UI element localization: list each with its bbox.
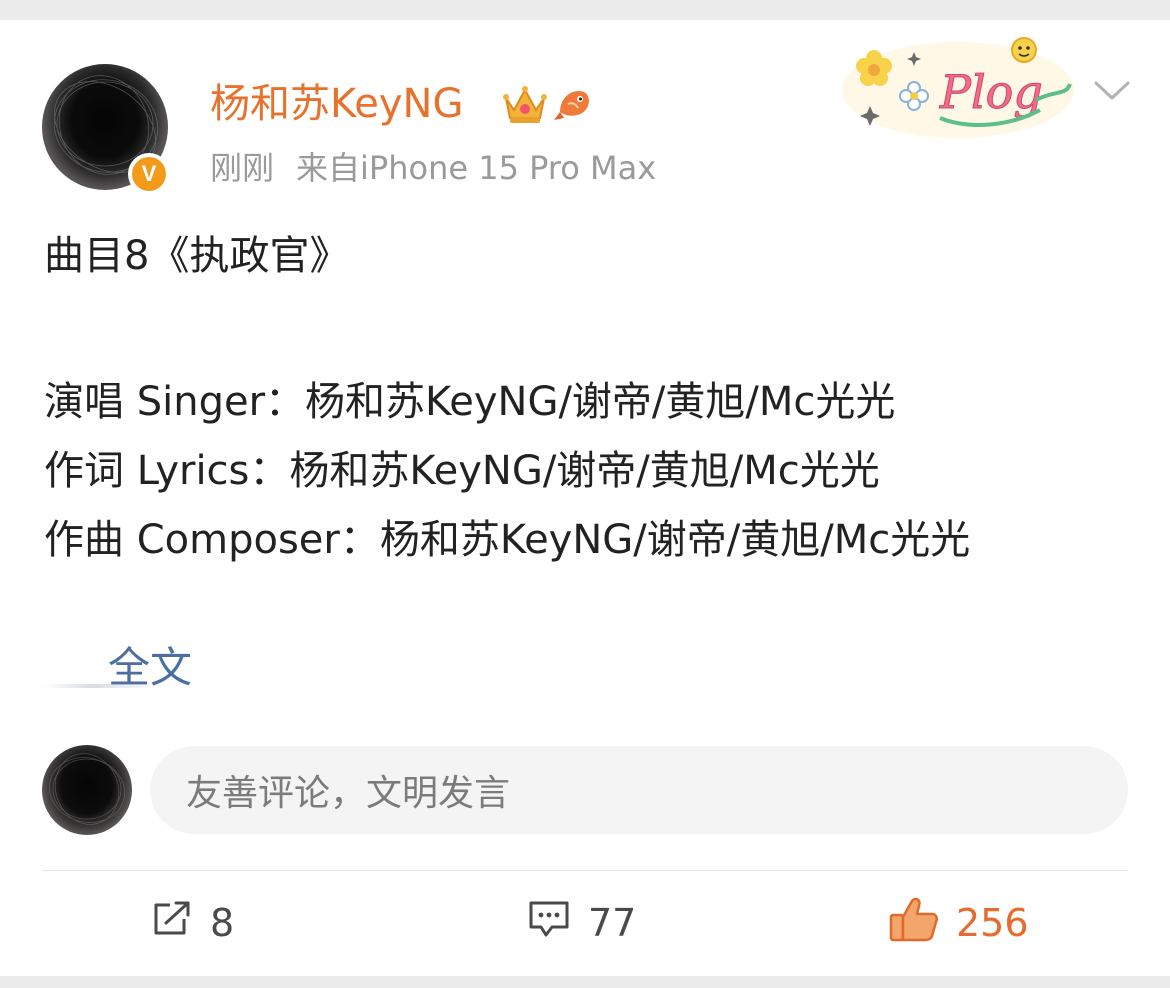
post-source: 来自iPhone 15 Pro Max — [296, 149, 657, 187]
comment-count: 77 — [588, 901, 637, 945]
username[interactable]: 杨和苏KeyNG — [210, 80, 463, 128]
svg-text:Plog: Plog — [939, 65, 1043, 119]
post-title: 曲目8《执政官》 — [44, 233, 350, 279]
share-count: 8 — [210, 901, 235, 945]
verified-badge: V — [128, 153, 170, 195]
plog-sticker: Plog — [840, 30, 1080, 144]
post-meta: 刚刚 来自iPhone 15 Pro Max — [210, 148, 656, 188]
share-button[interactable]: 8 — [150, 898, 234, 948]
credit-lyrics: 作词 Lyrics：杨和苏KeyNG/谢帝/黄旭/Mc光光 — [44, 448, 880, 494]
top-strip — [0, 0, 1170, 20]
fish-icon[interactable] — [552, 82, 596, 130]
comment-avatar — [42, 745, 132, 835]
comment-icon — [526, 898, 572, 949]
comment-button[interactable]: 77 — [526, 898, 636, 948]
share-icon — [150, 899, 194, 948]
thumbs-up-icon — [888, 895, 940, 952]
post-time: 刚刚 — [210, 149, 275, 187]
comment-input[interactable]: 友善评论，文明发言 — [150, 746, 1128, 834]
chevron-down-icon[interactable] — [1092, 78, 1132, 108]
bottom-strip — [0, 976, 1170, 988]
like-count: 256 — [956, 901, 1029, 945]
credit-singer: 演唱 Singer：杨和苏KeyNG/谢帝/黄旭/Mc光光 — [44, 379, 896, 425]
comment-placeholder: 友善评论，文明发言 — [186, 773, 511, 814]
post-credits: 演唱 Singer：杨和苏KeyNG/谢帝/黄旭/Mc光光 作词 Lyrics：… — [44, 368, 1134, 575]
crown-icon[interactable] — [502, 84, 548, 130]
divider — [42, 870, 1128, 871]
credit-composer: 作曲 Composer：杨和苏KeyNG/谢帝/黄旭/Mc光光 — [44, 517, 971, 563]
like-button[interactable]: 256 — [888, 897, 1029, 948]
full-text-link[interactable]: 全文 — [108, 642, 192, 694]
